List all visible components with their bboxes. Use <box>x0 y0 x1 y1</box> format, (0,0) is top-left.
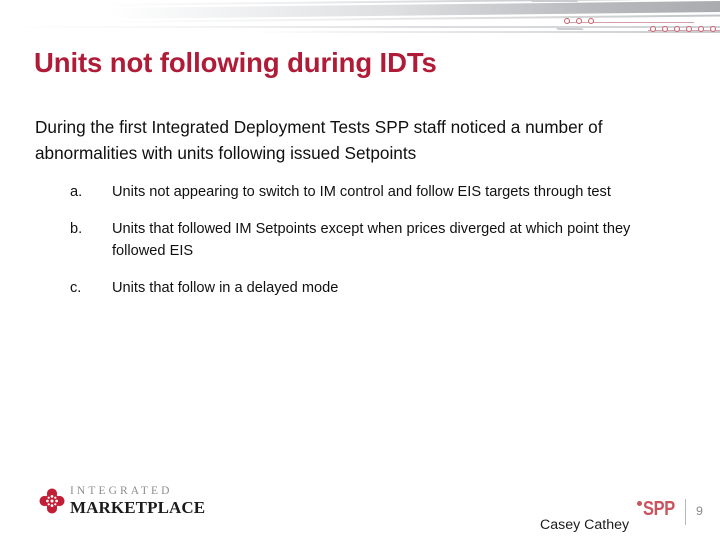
circle-icon <box>576 18 582 24</box>
integrated-marketplace-logo: INTEGRATED MARKETPLACE <box>38 485 206 517</box>
list-item-text: Units that follow in a delayed mode <box>112 280 339 297</box>
list-item: c. Units that follow in a delayed mode <box>70 278 684 299</box>
marketplace-logo-wordmark: INTEGRATED MARKETPLACE <box>70 485 206 517</box>
circle-icon <box>674 26 680 32</box>
logo-text-marketplace: MARKETPLACE <box>70 497 206 517</box>
spp-logo-text: SPP <box>643 498 675 520</box>
list-item-marker: a. <box>70 184 83 200</box>
footer-divider <box>685 499 686 525</box>
circle-icon <box>698 26 704 32</box>
circle-icon <box>588 18 594 24</box>
circle-icon <box>662 26 668 32</box>
circle-icon <box>564 18 570 24</box>
top-decoration-banner <box>0 0 720 44</box>
circle-icon <box>710 26 716 32</box>
list-item-marker: b. <box>70 221 83 238</box>
spp-logo: SPP <box>637 498 682 521</box>
slide-body-paragraph: During the first Integrated Deployment T… <box>35 117 603 164</box>
spp-dot-icon <box>637 501 642 506</box>
list-item-marker: c. <box>70 280 82 297</box>
logo-text-integrated: INTEGRATED <box>70 485 173 497</box>
lettered-list: a. Units not appearing to switch to IM c… <box>70 182 684 300</box>
page-number: 9 <box>696 504 703 518</box>
list-item: a. Units not appearing to switch to IM c… <box>70 182 684 203</box>
slide-title: Units not following during IDTs <box>34 47 437 78</box>
circle-icon <box>650 26 656 32</box>
banner-circle-group-left <box>564 18 594 24</box>
presenter-name: Casey Cathey <box>540 517 630 533</box>
slide: Units not following during IDTs During t… <box>0 0 720 540</box>
list-item-text: Units that followed IM Setpoints except … <box>112 221 631 259</box>
circle-icon <box>686 26 692 32</box>
banner-circle-group-right <box>650 26 716 32</box>
list-item-text: Units not appearing to switch to IM cont… <box>112 184 611 200</box>
list-item: b. Units that followed IM Setpoints exce… <box>70 219 684 262</box>
banner-lower-rule <box>0 26 720 28</box>
marketplace-emblem-icon <box>38 487 66 515</box>
